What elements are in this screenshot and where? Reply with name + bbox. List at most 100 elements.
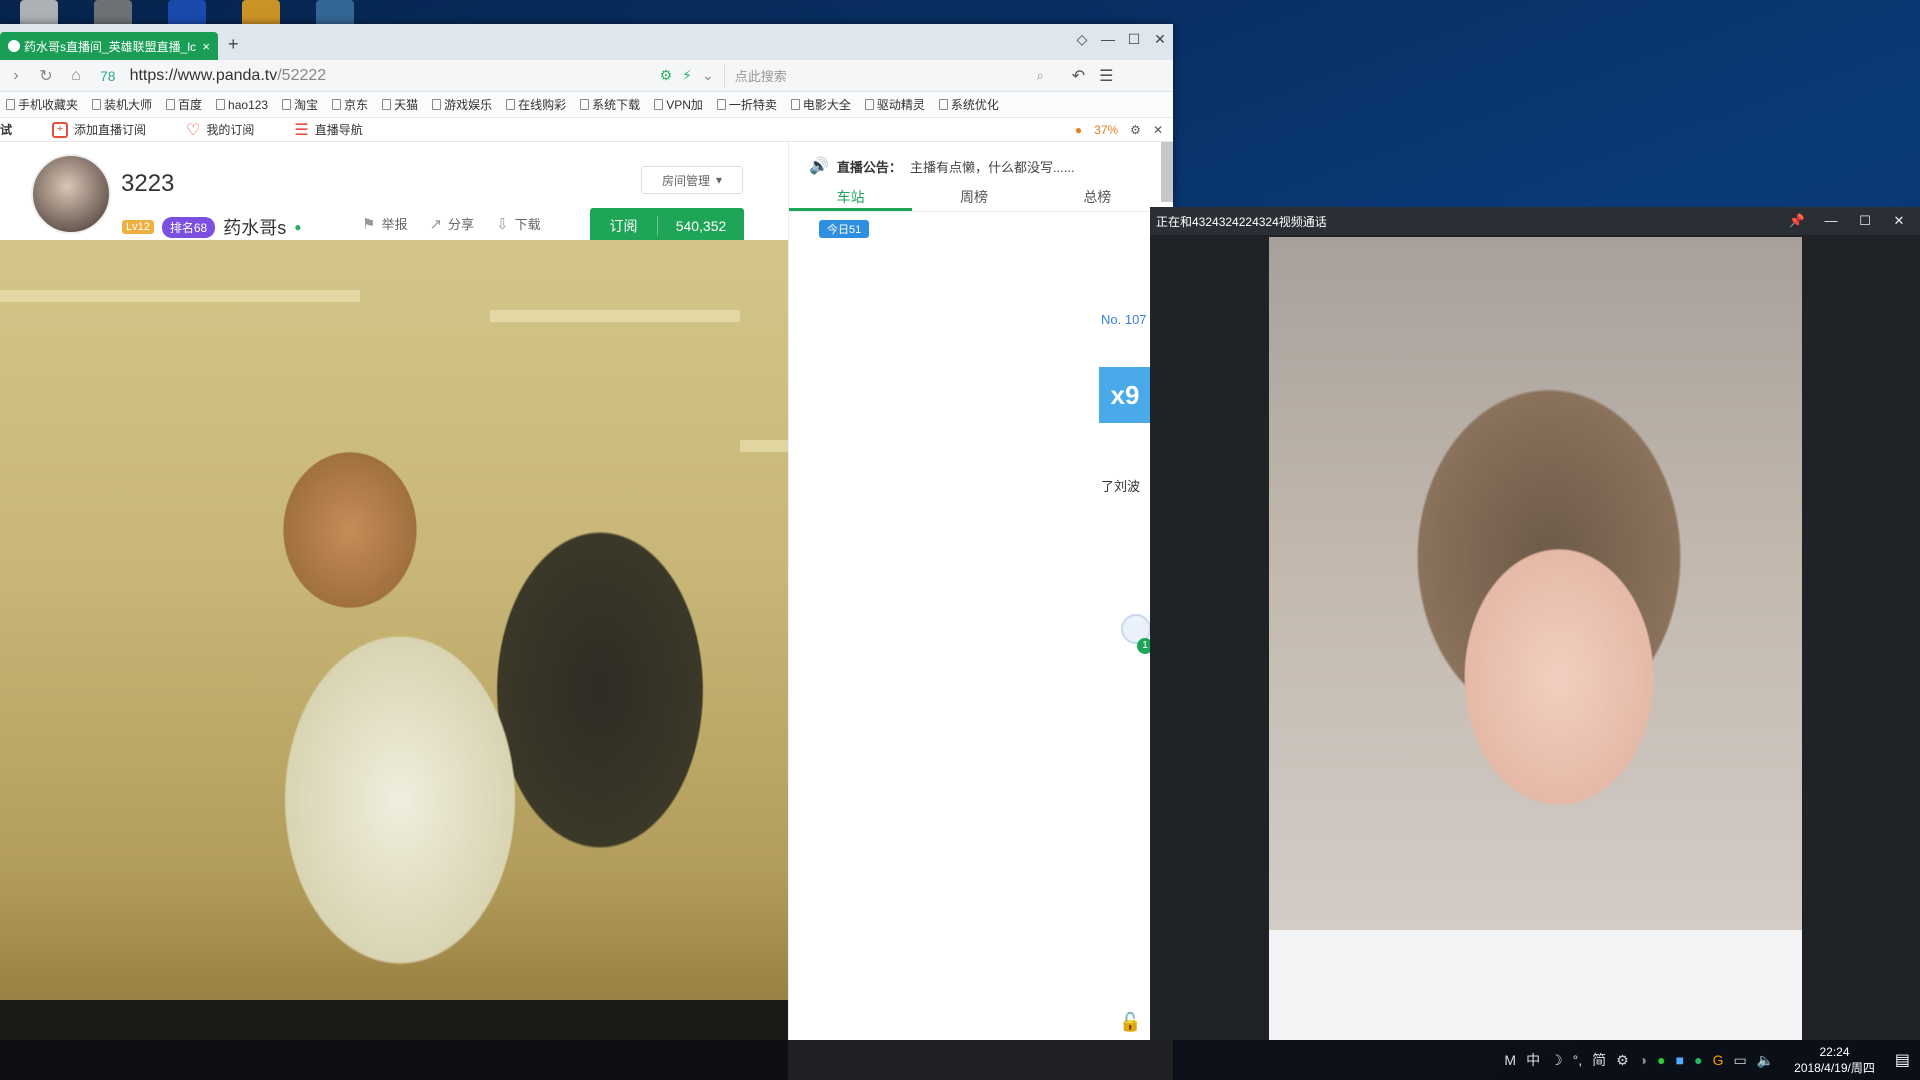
home-icon[interactable]: ⌂ [66, 67, 86, 85]
subscribe-button[interactable]: 订阅 540,352 [590, 208, 744, 244]
close-button[interactable]: ✕ [1147, 24, 1173, 54]
page-icon [432, 99, 442, 110]
lock-icon[interactable]: 🔓 [1119, 1012, 1141, 1033]
moon-icon[interactable]: ☽ [1550, 1052, 1563, 1069]
my-subscriptions-button[interactable]: ♡ 我的订阅 [186, 120, 254, 140]
window-controls: ◇ — ☐ ✕ [1069, 24, 1173, 54]
skin-icon[interactable]: ◇ [1069, 24, 1095, 54]
bookmark-item[interactable]: 手机收藏夹 [6, 96, 78, 113]
bookmark-item[interactable]: 游戏娱乐 [432, 96, 492, 113]
tray-app-icon[interactable]: ● [1657, 1052, 1665, 1068]
menu-icon[interactable]: ☰ [1099, 66, 1113, 86]
bookmark-item[interactable]: VPN加 [654, 96, 703, 113]
close-ext-bar-icon[interactable]: ✕ [1153, 123, 1163, 137]
tray-app-icon[interactable]: ◑ [1639, 1052, 1647, 1068]
punctuation-icon[interactable]: °, [1573, 1052, 1583, 1068]
bookmark-label: 百度 [178, 98, 203, 112]
bookmark-label: hao123 [228, 97, 269, 112]
search-input[interactable]: 点此搜索 ⌕ [723, 63, 1054, 88]
bookmark-item[interactable]: 在线购彩 [506, 96, 566, 113]
tray-app-icon[interactable]: ● [1694, 1052, 1702, 1068]
bookmark-item[interactable]: 京东 [332, 96, 368, 113]
desktop-icon[interactable] [242, 0, 280, 24]
ime-settings-icon[interactable]: ⚙ [1616, 1052, 1629, 1069]
desktop-icon[interactable] [94, 0, 132, 24]
host-avatar[interactable] [31, 154, 111, 234]
maximize-button[interactable]: ☐ [1121, 24, 1147, 54]
desktop-icon[interactable] [168, 0, 206, 24]
caret-down-icon: ▾ [715, 173, 723, 187]
bookmark-item[interactable]: 一折特卖 [716, 96, 777, 113]
live-notice: 🔊 直播公告： 主播有点懒，什么都没写...... [809, 156, 1075, 176]
host-info: Lv12 排名68 药水哥s ● [122, 214, 301, 240]
bookmarks-bar: 手机收藏夹 装机大师 百度 hao123 淘宝 京东 天猫 游戏娱乐 在线购彩 … [0, 92, 1173, 118]
ime-chinese-icon[interactable]: 中 [1526, 1050, 1540, 1070]
share-button[interactable]: ↗ 分享 [429, 214, 474, 233]
call-close-button[interactable]: ✕ [1882, 207, 1916, 235]
download-icon: ⇩ [496, 215, 509, 233]
undo-icon[interactable]: ↶ [1072, 66, 1085, 86]
call-window-controls: 📌 — ☐ ✕ [1780, 207, 1916, 235]
browser-tab[interactable]: 药水哥s直播间_英雄联盟直播_lc × [0, 32, 218, 60]
minimize-button[interactable]: — [1095, 24, 1121, 54]
new-tab-button[interactable]: + [228, 34, 239, 55]
scrollbar[interactable] [1161, 142, 1173, 202]
tray-app-icon[interactable]: ■ [1676, 1052, 1684, 1068]
clock[interactable]: 22:24 2018/4/19/周四 [1794, 1044, 1875, 1076]
lightning-icon[interactable]: ⚡ [682, 67, 692, 84]
bookmark-item[interactable]: 驱动精灵 [864, 96, 925, 113]
address-bar[interactable]: https://www.panda.tv/52222 [130, 67, 650, 85]
bookmark-item[interactable]: 百度 [166, 96, 202, 113]
bookmark-item[interactable]: 电影大全 [790, 96, 851, 113]
page-icon [216, 99, 226, 110]
bookmark-item[interactable]: 系统下载 [580, 96, 640, 113]
call-minimize-button[interactable]: — [1814, 207, 1848, 235]
tab-close-icon[interactable]: × [202, 39, 210, 54]
chat-bubble-icon[interactable]: ● [294, 220, 301, 234]
report-button[interactable]: ⚑ 举报 [362, 214, 407, 233]
refresh-icon[interactable]: ↻ [36, 66, 56, 86]
live-nav-label: 直播导航 [314, 123, 363, 137]
bookmark-item[interactable]: 天猫 [382, 96, 418, 113]
desktop-icon[interactable] [316, 0, 354, 24]
download-button[interactable]: ⇩ 下载 [496, 214, 541, 233]
bookmark-item[interactable]: 装机大师 [92, 96, 152, 113]
bookmark-label: 天猫 [394, 98, 419, 112]
share-icon: ↗ [429, 215, 443, 233]
bookmark-item[interactable]: 淘宝 [282, 96, 318, 113]
clock-date: 2018/4/19/周四 [1794, 1061, 1875, 1075]
simplified-icon[interactable]: 简 [1592, 1050, 1606, 1070]
network-icon[interactable]: ▭ [1733, 1052, 1746, 1069]
host-name[interactable]: 药水哥s [223, 214, 286, 240]
ime-mode-icon[interactable]: M [1504, 1052, 1516, 1068]
room-management-dropdown[interactable]: 房间管理 ▾ [641, 166, 743, 194]
call-maximize-button[interactable]: ☐ [1848, 207, 1882, 235]
settings-icon[interactable]: ⚙ [1130, 123, 1141, 137]
search-icon[interactable]: ⌕ [1036, 68, 1043, 84]
bookmark-item[interactable]: 系统优化 [938, 96, 999, 113]
bookmark-label: 手机收藏夹 [18, 98, 79, 112]
volume-icon[interactable]: 🔈 [1757, 1052, 1774, 1069]
tab-total[interactable]: 总榜 [1036, 182, 1159, 211]
pin-icon[interactable]: 📌 [1780, 207, 1814, 235]
taskbar: M 中 ☽ °, 简 ⚙ ◑ ● ■ ● G ▭ 🔈 22:24 2018/4/… [0, 1040, 1920, 1080]
today-pill[interactable]: 今日51 [819, 220, 870, 238]
forward-icon[interactable]: › [6, 67, 26, 85]
live-nav-button[interactable]: ☰ 直播导航 [294, 120, 362, 140]
url-host: https://www.panda.tv [129, 66, 278, 84]
tray-app-icon[interactable]: G [1713, 1052, 1724, 1068]
chevron-down-icon[interactable]: ⌄ [702, 67, 714, 84]
secure-icon[interactable]: ⚙ [660, 67, 673, 84]
bookmark-label: 系统优化 [950, 98, 999, 112]
search-placeholder: 点此搜索 [734, 69, 787, 84]
rank-badge[interactable]: 排名68 [161, 216, 216, 238]
tab-station[interactable]: 车站 [789, 182, 913, 211]
desktop-icon[interactable] [20, 0, 58, 24]
add-subscription-button[interactable]: + 添加直播订阅 [52, 121, 146, 138]
battery-icon: ● [1074, 122, 1083, 137]
bookmark-item[interactable]: hao123 [216, 98, 268, 112]
share-label: 分享 [448, 217, 475, 232]
bookmark-label: 驱动精灵 [876, 98, 925, 112]
notification-icon[interactable]: ▤ [1895, 1050, 1910, 1070]
tab-weekly[interactable]: 周榜 [912, 182, 1035, 211]
